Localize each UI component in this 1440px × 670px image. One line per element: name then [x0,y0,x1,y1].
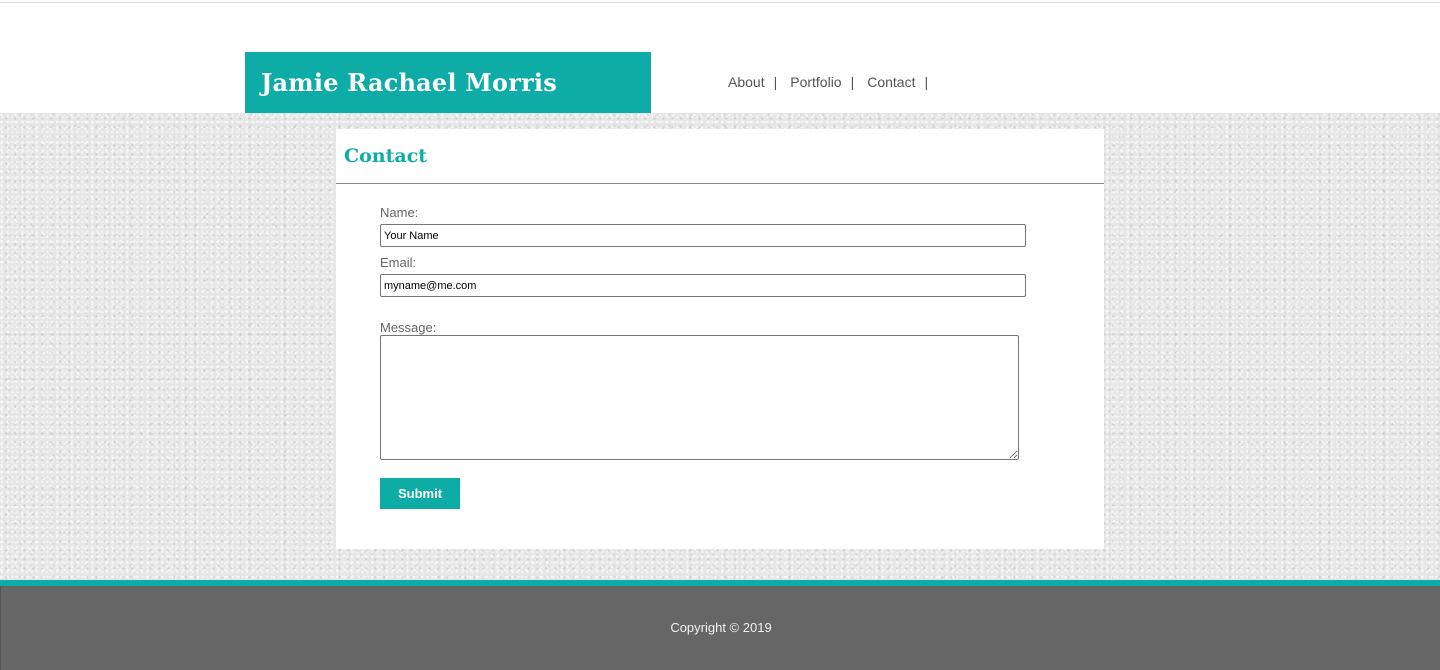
email-input[interactable] [380,274,1026,297]
site-header: Jamie Rachael Morris About | Portfolio |… [0,0,1440,113]
name-label: Name: [380,205,419,220]
top-divider [0,2,1440,3]
nav-link-about[interactable]: About [728,74,765,90]
main-nav: About | Portfolio | Contact | [728,74,941,90]
message-label: Message: [380,320,437,335]
nav-separator: | [773,74,778,90]
brand-banner: Jamie Rachael Morris [245,52,651,113]
site-title: Jamie Rachael Morris [261,68,557,97]
contact-card: Contact Name: Email: Message: Submit [336,129,1104,549]
submit-button[interactable]: Submit [380,478,460,509]
nav-link-portfolio[interactable]: Portfolio [790,74,841,90]
contact-card-header: Contact [336,129,1104,184]
email-label: Email: [380,255,417,270]
site-footer: Copyright © 2019 [0,586,1440,670]
nav-separator: | [924,74,929,90]
name-input[interactable] [380,224,1026,247]
copyright-text: Copyright © 2019 [670,620,772,635]
nav-link-contact[interactable]: Contact [867,74,915,90]
nav-separator: | [850,74,855,90]
page-title: Contact [344,145,428,167]
message-textarea[interactable] [380,335,1019,460]
